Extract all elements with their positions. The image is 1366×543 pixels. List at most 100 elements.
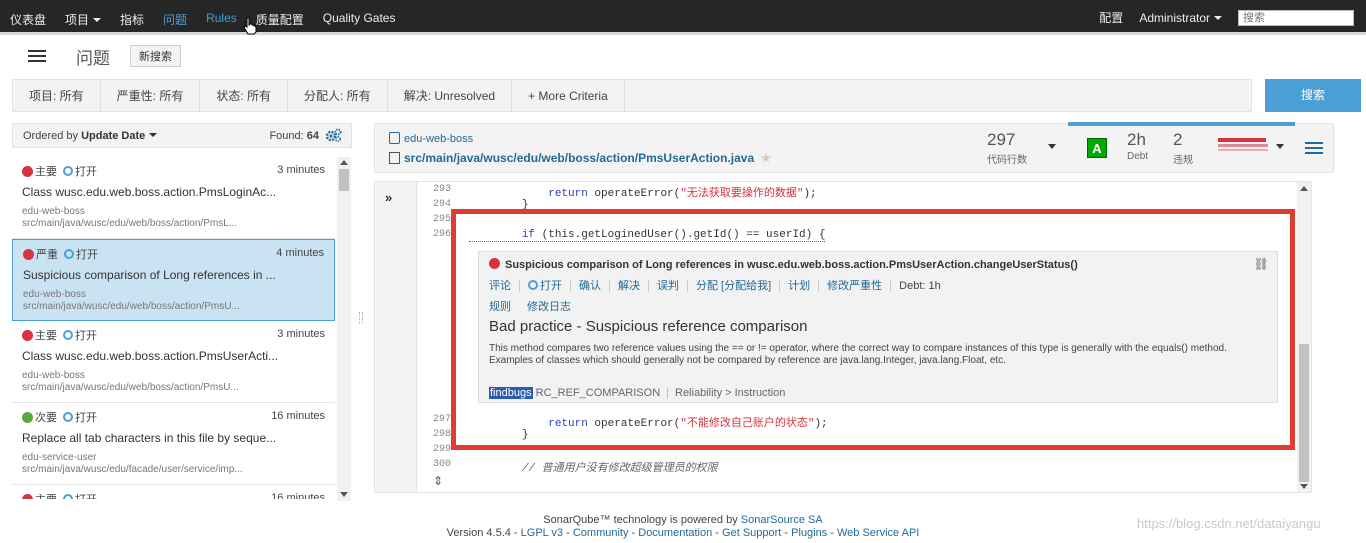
line-number[interactable]: 300 [417, 459, 451, 470]
criteria-filter-0[interactable]: 项目: 所有 [13, 79, 101, 112]
assign-action[interactable]: 分配 [分配给我] [688, 280, 781, 292]
footer-link[interactable]: LGPL v3 [521, 527, 563, 539]
component-path: src/main/java/wusc/edu/facade/user/servi… [22, 464, 243, 475]
scroll-up-icon[interactable] [340, 160, 348, 165]
open-status-icon [63, 494, 73, 499]
issue-list-item[interactable]: 主要 打开 16 minutes [12, 485, 335, 499]
chevron-down-icon[interactable] [1048, 144, 1056, 149]
code-line: 300 // 普通用户没有修改超级管理员的权限 [417, 459, 1295, 475]
criteria-filter-5[interactable]: + More Criteria [512, 79, 625, 112]
page-title: 问题 [76, 48, 110, 68]
resize-vertical-icon[interactable]: ⇕ [433, 474, 443, 488]
criteria-filter-3[interactable]: 分配人: 所有 [288, 79, 388, 112]
nav-label: 问题 [163, 13, 188, 27]
change-severity-action[interactable]: 修改严重性 [819, 280, 892, 292]
source-scrollbar[interactable] [1297, 182, 1311, 492]
debt-label: Debt [1127, 151, 1149, 162]
debt-metric: 2h Debt [1127, 130, 1149, 163]
footer-link[interactable]: Plugins [791, 527, 827, 539]
project-link[interactable]: edu-web-boss [389, 132, 473, 145]
nav-label: 质量配置 [255, 13, 304, 27]
criteria-filter-4[interactable]: 解决: Unresolved [388, 79, 513, 112]
rule-key: RC_REF_COMPARISON [535, 387, 661, 399]
issue-list-header: Ordered by Update Date Found: 64 [12, 123, 352, 148]
global-search-input[interactable] [1238, 9, 1354, 26]
violations-metric: 2 违规 [1173, 131, 1193, 167]
scroll-down-icon[interactable] [340, 492, 348, 497]
nav-issues[interactable]: 问题 [163, 11, 187, 28]
found-count: Found: 64 [269, 130, 319, 142]
footer-link[interactable]: Documentation [638, 527, 712, 539]
chevron-down-icon[interactable] [1276, 144, 1284, 149]
action-label: 解决 [618, 280, 640, 292]
open-status-icon [64, 249, 74, 259]
line-number[interactable]: 297 [417, 414, 451, 425]
code-line: 296 if (this.getLoginedUser().getId() ==… [417, 229, 1295, 243]
list-view-icon[interactable] [1305, 142, 1323, 154]
line-number[interactable]: 298 [417, 429, 451, 440]
issue-list-item[interactable]: 次要 打开 16 minutes Replace all tab characters… [12, 403, 335, 485]
component-path: src/main/java/wusc/edu/web/boss/action/P… [23, 301, 240, 312]
issue-list-item[interactable]: 主要 打开 3 minutes Class wusc.edu.web.boss.act… [12, 157, 335, 239]
scroll-up-icon[interactable] [1300, 186, 1308, 191]
footer-link[interactable]: Community [573, 527, 629, 539]
repository-tag: findbugs [489, 387, 533, 399]
action-label: 修改严重性 [827, 280, 883, 292]
nav-quality-gates[interactable]: Quality Gates [323, 11, 396, 28]
code-text: return operateError("不能修改自己账户的状态"); [469, 414, 827, 430]
hamburger-menu-icon[interactable] [28, 50, 46, 62]
nav-label: 指标 [120, 13, 145, 27]
code-line: 295 [417, 214, 1295, 228]
nav-rules[interactable]: Rules [206, 11, 237, 28]
nav-dashboard[interactable]: 仪表盘 [10, 11, 46, 28]
debt-value: 2h [1127, 130, 1146, 149]
issue-list-item[interactable]: 主要 打开 3 minutes Class wusc.edu.web.boss.act… [12, 321, 335, 403]
issue-message: Class wusc.edu.web.boss.action.PmsLoginA… [22, 185, 277, 199]
footer-link[interactable]: Web Service API [837, 527, 919, 539]
issue-list-item[interactable]: 严重 打开 4 minutes Suspicious comparison of Lo… [12, 239, 335, 321]
project-name: edu-web-boss [404, 133, 474, 145]
nav-quality-profiles[interactable]: 质量配置 [256, 11, 304, 28]
favorite-star-icon[interactable]: ★ [760, 150, 772, 165]
hand-cursor-icon [243, 17, 257, 35]
line-number[interactable]: 299 [417, 444, 451, 455]
footer-link[interactable]: Get Support [722, 527, 781, 539]
search-button[interactable]: 搜索 [1265, 79, 1361, 112]
criteria-filter-1[interactable]: 严重性: 所有 [101, 79, 201, 112]
issue-list-scrollbar[interactable] [337, 157, 351, 501]
user-menu[interactable]: Administrator [1139, 11, 1222, 25]
line-number[interactable]: 295 [417, 214, 451, 225]
new-search-button[interactable]: 新搜索 [130, 45, 181, 67]
config-link[interactable]: 配置 [1099, 9, 1123, 26]
sonarsource-link[interactable]: SonarSource SA [741, 514, 823, 526]
scrollbar-thumb[interactable] [1299, 344, 1309, 482]
plan-action[interactable]: 计划 [780, 280, 820, 292]
permalink-icon[interactable]: ⛓ [1254, 257, 1269, 271]
code-text: return operateError("无法获取要操作的数据"); [469, 184, 816, 200]
scroll-down-icon[interactable] [1300, 484, 1308, 489]
code-line: 297 return operateError("不能修改自己账户的状态"); [417, 414, 1295, 430]
line-number[interactable]: 294 [417, 199, 451, 210]
footer-separator: - [628, 527, 639, 539]
line-number[interactable]: 296 [417, 229, 451, 240]
pane-resize-handle[interactable] [359, 312, 363, 324]
nav-measures[interactable]: 指标 [120, 11, 144, 28]
order-selector[interactable]: Ordered by Update Date [23, 130, 158, 142]
line-number[interactable]: 293 [417, 184, 451, 195]
changelog-tab[interactable]: 修改日志 [527, 298, 571, 314]
status-action[interactable]: 打开 [520, 280, 571, 292]
confirm-action[interactable]: 确认 [571, 280, 610, 292]
resolve-action[interactable]: 解决 [610, 280, 649, 292]
severity-bars-icon [1218, 134, 1268, 160]
false-positive-action[interactable]: 误判 [649, 280, 688, 292]
criteria-filter-2[interactable]: 状态: 所有 [200, 79, 289, 112]
rule-tab[interactable]: 规则 [489, 298, 511, 314]
nav-projects[interactable]: 项目 [65, 11, 102, 28]
status-label: 打开 [75, 412, 97, 424]
critical-severity-icon [489, 258, 500, 269]
comment-action[interactable]: 评论 [489, 280, 520, 292]
expand-icon[interactable]: » [385, 190, 392, 205]
bulk-change-gears-icon[interactable] [325, 128, 342, 143]
scrollbar-thumb[interactable] [339, 169, 349, 191]
